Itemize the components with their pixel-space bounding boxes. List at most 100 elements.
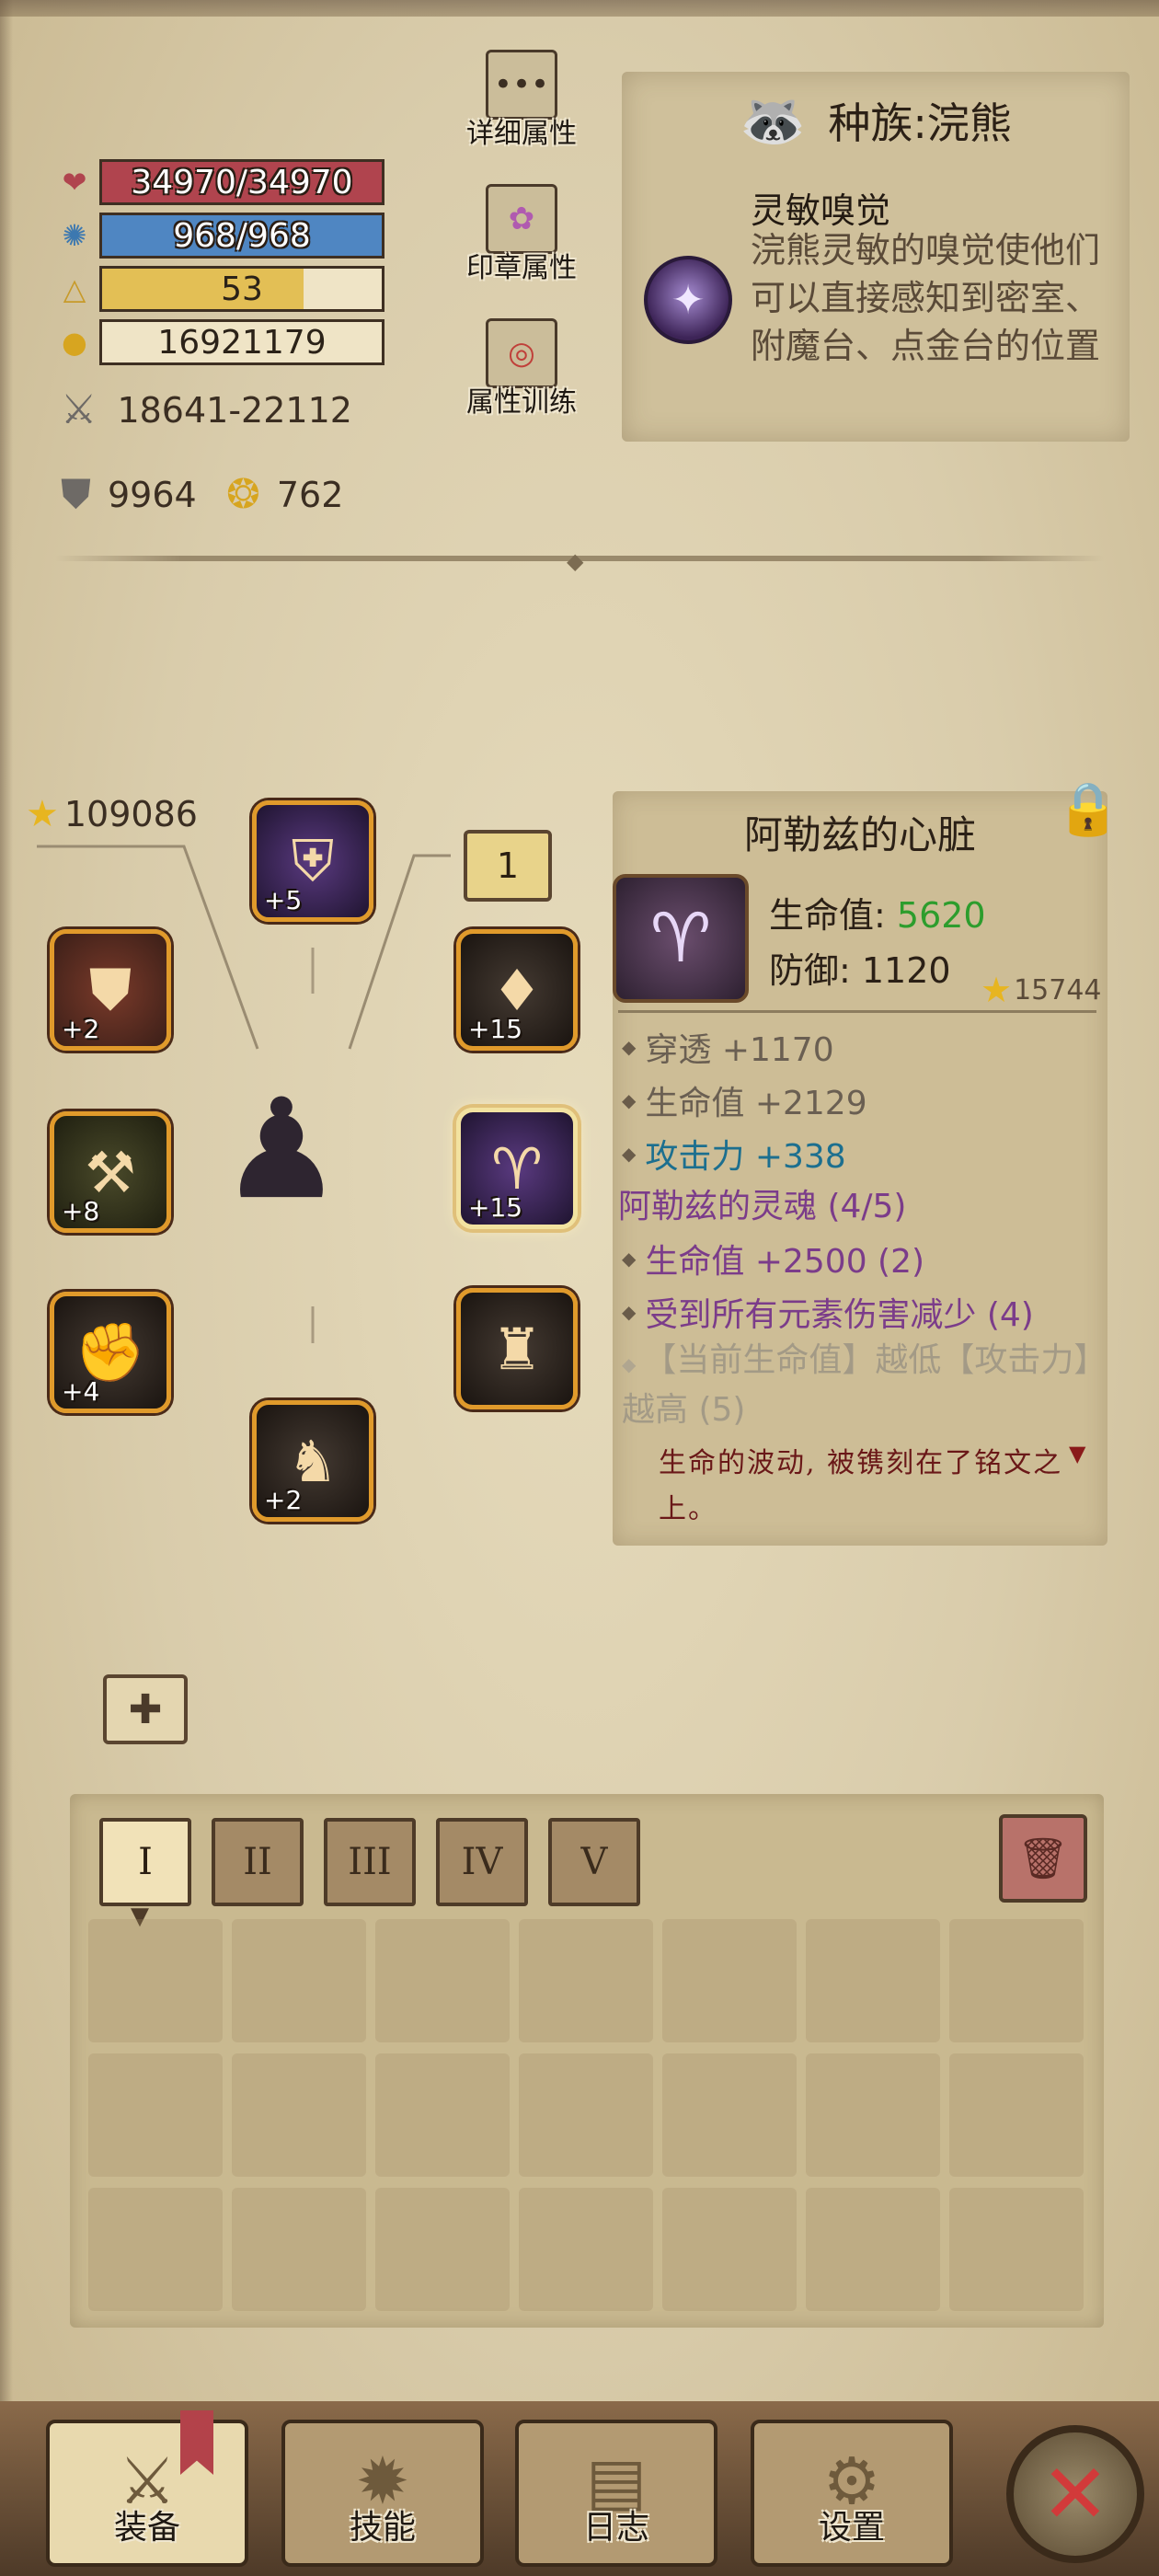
heart-level: +15	[468, 1192, 523, 1223]
inventory-tab-1[interactable]: I	[99, 1818, 191, 1906]
gold-box: 16921179	[99, 319, 384, 365]
inventory-cell[interactable]	[949, 2053, 1084, 2177]
shoulder-slot[interactable]: ♦ +15	[456, 929, 578, 1051]
nav-equipment-button[interactable]: ⚔ 装备	[46, 2420, 248, 2567]
level-bar: 53	[99, 266, 384, 312]
mp-text: 968/968	[173, 216, 311, 255]
boots-slot[interactable]: ♞ +2	[252, 1400, 373, 1522]
item-score-value: 15744	[1014, 973, 1102, 1006]
hp-bar: 34970/34970	[99, 159, 384, 205]
inventory-cell[interactable]	[375, 2053, 510, 2177]
divider-gem-icon: ◆	[567, 548, 584, 574]
inventory-cell[interactable]	[519, 2053, 653, 2177]
inventory-cell[interactable]	[519, 2188, 653, 2311]
detail-attributes-button[interactable]: ••• 详细属性	[443, 50, 600, 151]
dots-icon: •••	[486, 50, 557, 120]
inventory-cell[interactable]	[949, 2188, 1084, 2311]
item-score: ★ 15744	[981, 970, 1102, 1010]
inventory-grid	[88, 1919, 1091, 2315]
defense-stat: ⛊ 9964	[61, 471, 197, 518]
cloak-icon: ♜	[491, 1315, 543, 1383]
equipment-slot-number[interactable]: 1	[464, 830, 552, 902]
race-panel: 🦝 种族:浣熊 ✦ 灵敏嗅觉 浣熊灵敏的嗅觉使他们可以直接感知到密室、附魔台、点…	[622, 72, 1130, 442]
heart-slot[interactable]: ♈ +15	[456, 1108, 578, 1229]
boots-level: +2	[264, 1485, 303, 1515]
inventory-cell[interactable]	[232, 1919, 366, 2042]
inventory-cell[interactable]	[662, 1919, 797, 2042]
affix-text: 生命值 +2129	[645, 1085, 867, 1122]
set-bonus-locked: ◆ 【当前生命值】越低【攻击力】越高 (5)	[622, 1338, 1100, 1433]
inventory-tab-5[interactable]: V	[548, 1818, 640, 1906]
set-bonus-text: 受到所有元素伤害减少 (4)	[645, 1296, 1034, 1334]
inventory-cell[interactable]	[88, 2053, 223, 2177]
race-skill-name: 灵敏嗅觉	[751, 190, 891, 231]
raccoon-icon: 🦝	[740, 88, 807, 152]
add-slot-button[interactable]: ✚	[103, 1674, 188, 1744]
detail-attributes-label: 详细属性	[466, 118, 577, 150]
sparkle-icon: ✺	[62, 218, 87, 253]
item-defense-stat: 防御: 1120	[769, 950, 951, 991]
inventory-cell[interactable]	[662, 2053, 797, 2177]
shoulder-level: +15	[468, 1014, 523, 1044]
helmet-slot[interactable]: ⛨ +5	[252, 800, 373, 922]
inventory-tab-4[interactable]: IV	[436, 1818, 528, 1906]
inventory-cell[interactable]	[949, 1919, 1084, 2042]
set-bonus-text: 生命值 +2500 (2)	[645, 1243, 925, 1281]
nav-log-label: 日志	[582, 2509, 649, 2547]
nav-settings-button[interactable]: ⚙ 设置	[751, 2420, 953, 2567]
hp-text: 34970/34970	[131, 163, 353, 201]
seal-attributes-label: 印章属性	[466, 252, 577, 284]
star-icon: ★	[981, 970, 1013, 1010]
coin-flame-icon: ❂	[226, 471, 260, 518]
nav-skills-button[interactable]: ✹ 技能	[281, 2420, 484, 2567]
inventory-cell[interactable]	[806, 2188, 940, 2311]
inventory-cell[interactable]	[232, 2053, 366, 2177]
diamond-bullet-icon: ◆	[622, 1089, 637, 1111]
diamond-bullet-icon: ◆	[622, 1353, 637, 1375]
inventory-tab-2[interactable]: II	[212, 1818, 304, 1906]
shield-icon: ⛊	[61, 471, 91, 518]
nav-log-button[interactable]: ▤ 日志	[515, 2420, 717, 2567]
cloak-slot[interactable]: ♜	[456, 1288, 578, 1409]
race-title: 种族:浣熊	[828, 98, 1012, 148]
gauntlet-slot[interactable]: ✊ +4	[50, 1292, 171, 1413]
armor-level: +2	[62, 1014, 100, 1044]
close-button[interactable]: ✕	[1006, 2425, 1144, 2563]
crit-value: 762	[276, 474, 344, 515]
inventory-cell[interactable]	[88, 1919, 223, 2042]
triangle-down-icon: ▼	[1069, 1441, 1086, 1466]
armor-slot[interactable]: ⛊ +2	[50, 929, 171, 1051]
flower-seal-icon: ✿	[486, 184, 557, 254]
inventory-cell[interactable]	[375, 1919, 510, 2042]
attack-stat: ⚔ 18641-22112	[61, 386, 352, 433]
nav-equipment-label: 装备	[113, 2509, 180, 2547]
affix-row: ◆ 攻击力 +338	[622, 1130, 846, 1178]
nav-settings-label: 设置	[818, 2509, 885, 2547]
affix-row: ◆ 生命值 +2129	[622, 1076, 867, 1124]
trash-button[interactable]: 🗑	[999, 1814, 1087, 1903]
race-skill-description: 浣熊灵敏的嗅觉使他们可以直接感知到密室、附魔台、点金台的位置	[751, 230, 1101, 366]
diamond-bullet-icon: ◆	[622, 1301, 637, 1323]
attribute-training-button[interactable]: ◎ 属性训练	[443, 318, 600, 420]
inventory-cell[interactable]	[806, 2053, 940, 2177]
level-text: 53	[221, 270, 263, 308]
inventory-tab-3[interactable]: III	[324, 1818, 416, 1906]
diamond-bullet-icon: ◆	[622, 1143, 637, 1165]
inventory-cell[interactable]	[662, 2188, 797, 2311]
gold-icon: ●	[62, 325, 87, 360]
race-header: 🦝 种族:浣熊	[640, 79, 1111, 162]
weapon-slot[interactable]: ⚒ +8	[50, 1111, 171, 1233]
inventory-cell[interactable]	[232, 2188, 366, 2311]
hooded-hero-icon: ♟	[219, 1070, 344, 1230]
target-icon: ◎	[486, 318, 557, 388]
inventory-cell[interactable]	[88, 2188, 223, 2311]
inventory-cell[interactable]	[519, 1919, 653, 2042]
race-skill-icon[interactable]: ✦	[644, 256, 732, 344]
nav-skills-label: 技能	[349, 2509, 416, 2547]
inventory-cell[interactable]	[806, 1919, 940, 2042]
crossed-swords-icon: ⚔	[61, 386, 98, 433]
item-icon: ♈	[613, 874, 749, 1003]
lock-icon[interactable]: 🔒	[1056, 778, 1120, 839]
inventory-cell[interactable]	[375, 2188, 510, 2311]
seal-attributes-button[interactable]: ✿ 印章属性	[443, 184, 600, 285]
